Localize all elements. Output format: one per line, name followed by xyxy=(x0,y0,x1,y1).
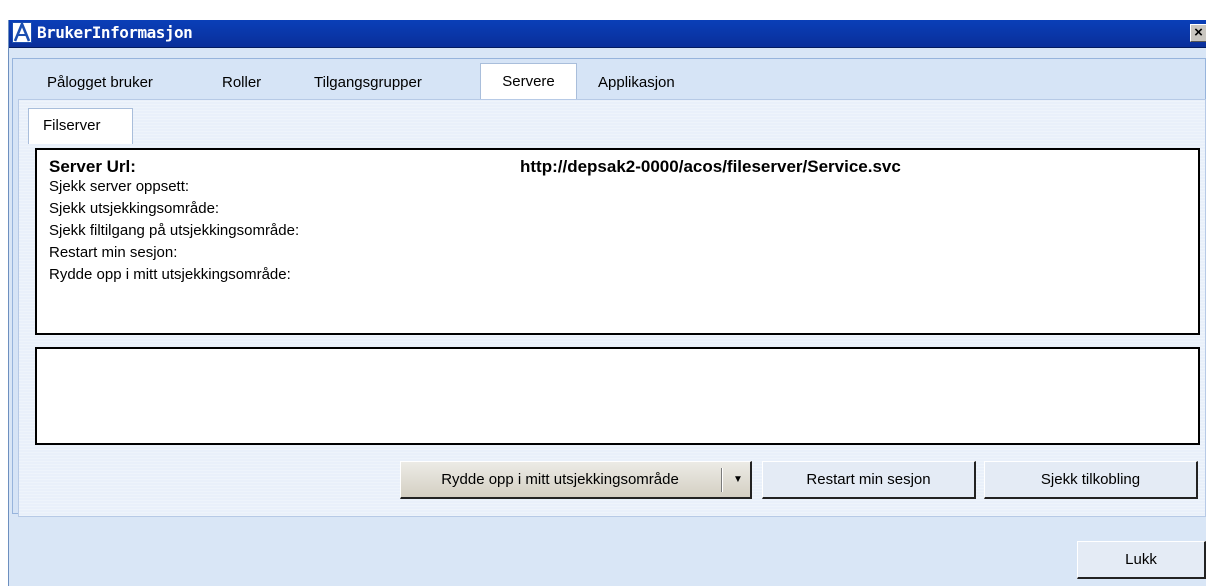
split-separator xyxy=(721,468,723,492)
chevron-down-icon[interactable]: ▼ xyxy=(729,462,747,498)
title-bar: BrukerInformasjon × xyxy=(9,20,1206,48)
cleanup-button-label[interactable]: Rydde opp i mitt utsjekkingsområde xyxy=(401,462,719,498)
output-textbox[interactable] xyxy=(35,347,1200,445)
cleanup-split-button[interactable]: Rydde opp i mitt utsjekkingsområde ▼ xyxy=(400,461,752,499)
acos-a-icon xyxy=(12,22,32,43)
server-url-label: Server Url: xyxy=(49,157,136,176)
subtab-filserver[interactable]: Filserver xyxy=(28,108,133,144)
tab-tilgangsgrupper[interactable]: Tilgangsgrupper xyxy=(314,67,422,99)
server-info-box: Server Url: http://depsak2-0000/acos/fil… xyxy=(35,148,1200,335)
close-button[interactable]: Lukk xyxy=(1077,541,1206,579)
window-title: BrukerInformasjon xyxy=(37,23,193,42)
cleanup-checkout-area-label: Rydde opp i mitt utsjekkingsområde: xyxy=(49,266,291,283)
tab-roller[interactable]: Roller xyxy=(222,67,261,99)
check-connection-button[interactable]: Sjekk tilkobling xyxy=(984,461,1198,499)
restart-session-button[interactable]: Restart min sesjon xyxy=(762,461,976,499)
check-server-setup-label: Sjekk server oppsett: xyxy=(49,178,190,195)
check-file-access-label: Sjekk filtilgang på utsjekkingsområde: xyxy=(49,222,300,239)
close-icon[interactable]: × xyxy=(1190,24,1206,42)
check-checkout-area-label: Sjekk utsjekkingsområde: xyxy=(49,200,220,217)
tab-applikasjon[interactable]: Applikasjon xyxy=(598,67,675,99)
server-url-value: http://depsak2-0000/acos/fileserver/Serv… xyxy=(520,157,901,176)
tab-palogget-bruker[interactable]: Pålogget bruker xyxy=(47,67,153,99)
tab-servere[interactable]: Servere xyxy=(480,63,577,100)
restart-session-label: Restart min sesjon: xyxy=(49,244,178,261)
